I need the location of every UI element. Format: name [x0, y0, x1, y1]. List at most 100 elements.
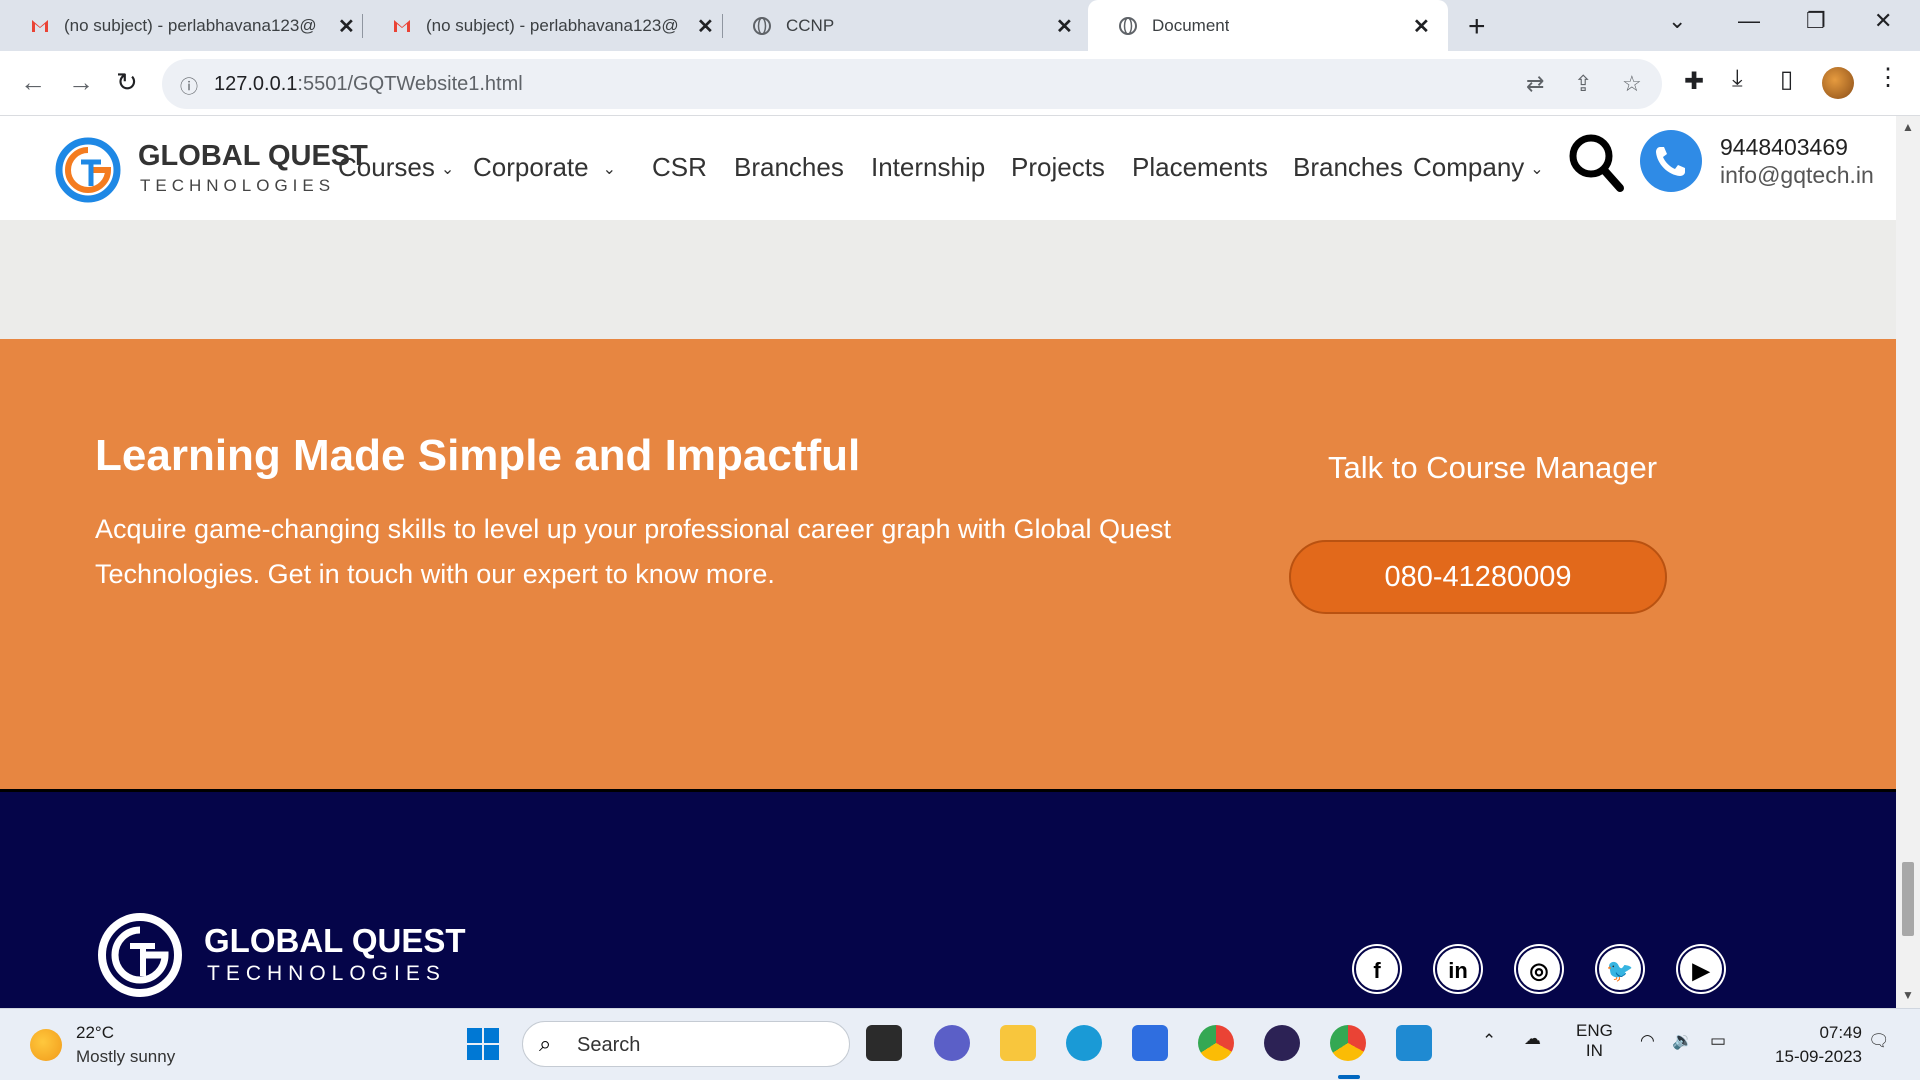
close-icon[interactable]: ✕	[697, 14, 714, 39]
weather-temperature[interactable]: 22°C	[76, 1023, 114, 1043]
forward-icon[interactable]: →	[68, 67, 94, 98]
bookmark-star-icon[interactable]: ☆	[1622, 71, 1642, 97]
active-app-indicator	[1338, 1075, 1360, 1079]
nav-corporate[interactable]: Corporate ⌄	[473, 152, 616, 183]
url-path: :5501/GQTWebsite1.html	[297, 73, 523, 95]
url-text[interactable]: 127.0.0.1:5501/GQTWebsite1.html	[214, 73, 523, 96]
chevron-down-icon: ⌄	[1530, 161, 1544, 179]
url-host: 127.0.0.1	[214, 73, 298, 95]
chevron-down-icon: ⌄	[440, 161, 455, 179]
cta-description: Acquire game-changing skills to level up…	[95, 514, 1172, 589]
youtube-icon[interactable]: ▶	[1678, 946, 1724, 992]
phone-icon[interactable]	[1640, 130, 1702, 192]
windows-start-icon[interactable]	[466, 1027, 500, 1061]
nav-company[interactable]: Company ⌄	[1413, 152, 1544, 183]
footer-logo-name: GLOBAL QUEST	[204, 922, 466, 959]
eclipse-icon[interactable]	[1264, 1025, 1300, 1061]
vscode-icon[interactable]	[1396, 1025, 1432, 1061]
site-footer: GLOBAL QUEST TECHNOLOGIES f in ◎ 🐦 ▶	[0, 789, 1896, 1008]
scroll-up-icon[interactable]: ▲	[1902, 120, 1914, 134]
cta-section: Learning Made Simple and Impactful Acqui…	[0, 339, 1896, 789]
restore-icon[interactable]: ❐	[1806, 8, 1826, 34]
minimize-icon[interactable]: —	[1738, 8, 1760, 34]
nav-branches-2[interactable]: Branches	[1293, 152, 1403, 183]
tray-overflow-icon[interactable]: ⌃	[1482, 1031, 1496, 1051]
file-explorer-icon[interactable]	[1000, 1025, 1036, 1061]
windows-taskbar: 22°C Mostly sunny ⌕ Search ⌃ ☁ ENG IN ◠ 🔉…	[0, 1008, 1920, 1080]
taskbar-search-label: Search	[577, 1034, 641, 1056]
nav-label: Company	[1413, 152, 1525, 182]
contact-email[interactable]: info@gqtech.in	[1720, 162, 1874, 189]
scroll-down-icon[interactable]: ▼	[1902, 988, 1914, 1002]
lang-region: IN	[1585, 1041, 1603, 1060]
microsoft-store-icon[interactable]	[1132, 1025, 1168, 1061]
new-tab-button[interactable]: +	[1468, 10, 1486, 44]
download-icon[interactable]: ⤓	[1732, 65, 1743, 93]
call-course-manager-button[interactable]: 080-41280009	[1289, 540, 1667, 614]
tab-title: (no subject) - perlabhavana123@	[64, 16, 317, 35]
nav-internship[interactable]: Internship	[871, 152, 985, 183]
close-icon[interactable]: ✕	[1056, 14, 1073, 39]
wifi-icon[interactable]: ◠	[1640, 1031, 1655, 1051]
language-indicator[interactable]: ENG IN	[1576, 1021, 1613, 1061]
task-view-icon[interactable]	[866, 1025, 902, 1061]
taskbar-search-box[interactable]: ⌕ Search	[522, 1021, 850, 1067]
nav-branches[interactable]: Branches	[734, 152, 844, 183]
side-panel-icon[interactable]: ▯	[1780, 65, 1793, 94]
nav-projects[interactable]: Projects	[1011, 152, 1105, 183]
weather-condition[interactable]: Mostly sunny	[76, 1047, 175, 1067]
gqt-footer-logo-icon[interactable]	[97, 912, 183, 998]
notifications-icon[interactable]: 🗨	[1868, 1031, 1890, 1051]
chrome-profile-icon[interactable]	[1330, 1025, 1366, 1061]
nav-csr[interactable]: CSR	[652, 152, 707, 183]
window-close-icon[interactable]: ✕	[1874, 8, 1892, 34]
phone-handset-icon	[1656, 147, 1685, 176]
page-scrollbar[interactable]: ▲ ▼	[1896, 116, 1920, 1008]
teams-chat-icon[interactable]	[934, 1025, 970, 1061]
scrollbar-thumb[interactable]	[1902, 862, 1914, 936]
footer-logo-subtitle: TECHNOLOGIES	[207, 962, 446, 985]
nav-label: Courses	[338, 152, 435, 182]
facebook-icon[interactable]: f	[1354, 946, 1400, 992]
tab-title: (no subject) - perlabhavana123@	[426, 16, 679, 35]
linkedin-icon[interactable]: in	[1435, 946, 1481, 992]
logo-subtitle: TECHNOLOGIES	[140, 176, 336, 195]
translate-icon[interactable]: ⇄	[1526, 71, 1544, 97]
system-clock[interactable]: 07:49 15-09-2023	[1758, 1023, 1862, 1067]
profile-avatar[interactable]	[1822, 67, 1854, 99]
tab-document[interactable]: Document ✕	[1088, 0, 1448, 51]
instagram-icon[interactable]: ◎	[1516, 946, 1562, 992]
extensions-icon[interactable]: ✚	[1684, 67, 1704, 96]
tab-gmail-1[interactable]: (no subject) - perlabhavana123@ ✕	[0, 0, 362, 51]
search-icon[interactable]	[1566, 130, 1626, 194]
site-info-icon[interactable]: ⓘ	[180, 73, 198, 99]
weather-icon[interactable]	[30, 1029, 62, 1061]
tab-title: Document	[1152, 16, 1230, 35]
nav-placements[interactable]: Placements	[1132, 152, 1268, 183]
tab-gmail-2[interactable]: (no subject) - perlabhavana123@ ✕	[362, 0, 722, 51]
onedrive-icon[interactable]: ☁	[1524, 1029, 1541, 1049]
web-page: GLOBAL QUEST TECHNOLOGIES Courses ⌄ Corpo…	[0, 116, 1896, 1008]
reload-icon[interactable]: ↻	[116, 67, 138, 98]
volume-icon[interactable]: 🔉	[1672, 1031, 1693, 1051]
cta-talk-label: Talk to Course Manager	[1328, 450, 1658, 485]
address-bar[interactable]: ⓘ 127.0.0.1:5501/GQTWebsite1.html ⇄ ⇪ ☆	[162, 59, 1662, 109]
back-icon[interactable]: ←	[20, 67, 46, 98]
edge-icon[interactable]	[1066, 1025, 1102, 1061]
menu-kebab-icon[interactable]: ⋮	[1876, 63, 1900, 92]
battery-icon[interactable]: ▭	[1710, 1031, 1726, 1051]
close-icon[interactable]: ✕	[1413, 14, 1430, 39]
tab-search-icon[interactable]: ⌄	[1668, 8, 1686, 34]
lang-code: ENG	[1576, 1021, 1613, 1040]
contact-phone[interactable]: 9448403469	[1720, 134, 1848, 161]
tab-ccnp[interactable]: CCNP ✕	[722, 0, 1088, 51]
nav-courses[interactable]: Courses ⌄	[338, 152, 454, 183]
gqt-logo-icon[interactable]	[55, 130, 121, 206]
share-icon[interactable]: ⇪	[1574, 71, 1592, 97]
close-icon[interactable]: ✕	[338, 14, 355, 39]
clock-time: 07:49	[1819, 1023, 1862, 1042]
cta-title: Learning Made Simple and Impactful	[95, 431, 861, 480]
twitter-icon[interactable]: 🐦	[1597, 946, 1643, 992]
clock-date: 15-09-2023	[1775, 1047, 1862, 1066]
chrome-icon[interactable]	[1198, 1025, 1234, 1061]
